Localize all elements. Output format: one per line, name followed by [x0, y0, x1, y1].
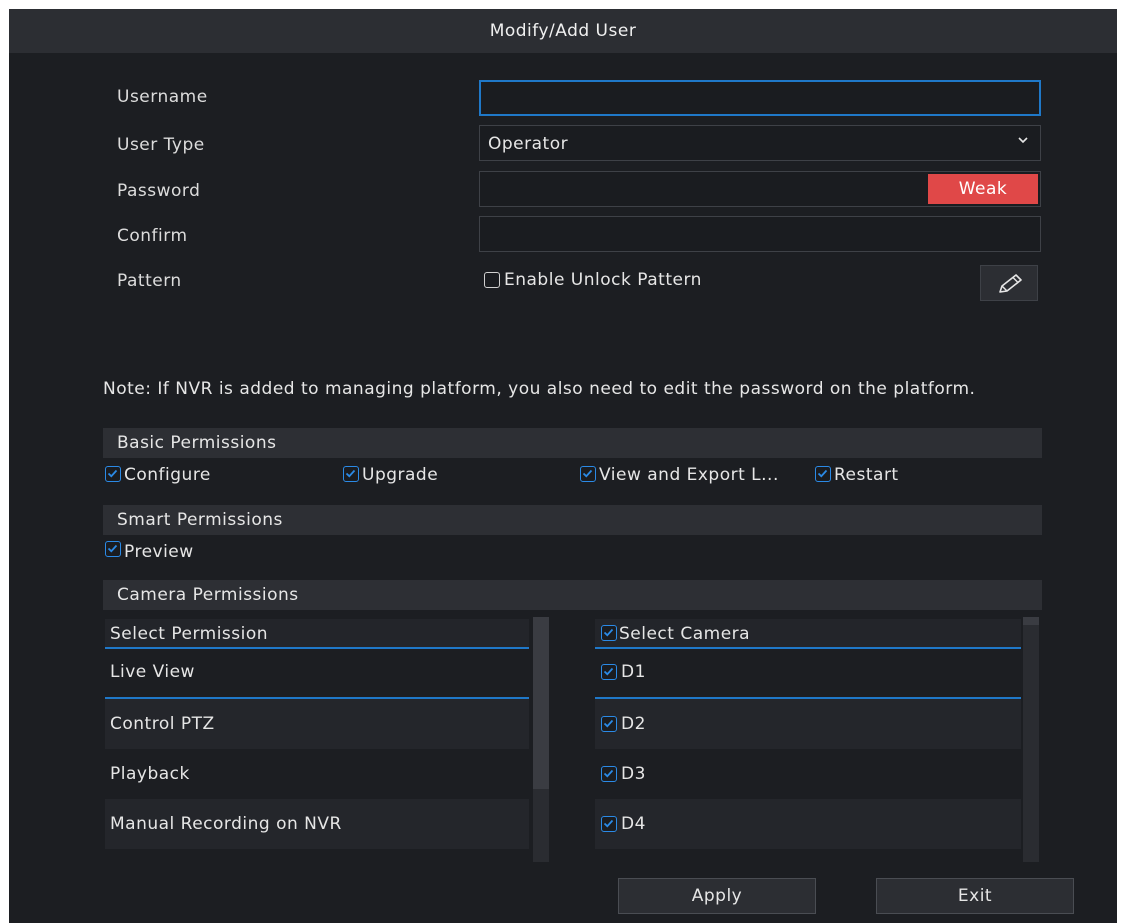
camera-checkbox[interactable] — [601, 766, 617, 782]
camera-permissions-title: Camera Permissions — [117, 585, 299, 605]
checkmark-icon — [603, 667, 614, 676]
password-label: Password — [117, 181, 201, 201]
camera-scroll-thumb[interactable] — [1023, 617, 1039, 625]
camera-list-scrollbar[interactable] — [1023, 617, 1039, 862]
configure-checkbox[interactable] — [105, 466, 121, 482]
select-camera-label: Select Camera — [619, 624, 751, 644]
modify-add-user-dialog: Modify/Add User Username User Type Passw… — [9, 9, 1117, 923]
confirm-password-input[interactable] — [479, 216, 1041, 252]
pattern-label: Pattern — [117, 271, 182, 291]
select-permission-label: Select Permission — [110, 624, 269, 644]
checkmark-icon — [582, 469, 593, 478]
camera-checkbox[interactable] — [601, 664, 617, 680]
select-all-cameras-checkbox[interactable] — [601, 625, 617, 641]
apply-button[interactable]: Apply — [618, 878, 816, 914]
restart-label: Restart — [834, 465, 899, 485]
password-input[interactable]: Weak — [479, 171, 1041, 207]
permission-item-label: Control PTZ — [110, 714, 215, 734]
basic-permissions-title: Basic Permissions — [117, 433, 277, 453]
checkmark-icon — [107, 544, 118, 553]
smart-permissions-title: Smart Permissions — [117, 510, 283, 530]
configure-label: Configure — [124, 465, 211, 485]
checkmark-icon — [603, 719, 614, 728]
camera-permissions-header: Camera Permissions — [103, 580, 1042, 610]
permission-item-manual-recording[interactable]: Manual Recording on NVR — [105, 799, 529, 849]
checkmark-icon — [107, 469, 118, 478]
permission-item-label: Manual Recording on NVR — [110, 814, 342, 834]
checkmark-icon — [817, 469, 828, 478]
dialog-title: Modify/Add User — [9, 9, 1117, 53]
upgrade-checkbox[interactable] — [343, 466, 359, 482]
chevron-down-icon — [1016, 132, 1030, 146]
restart-checkbox[interactable] — [815, 466, 831, 482]
camera-item-label: D2 — [621, 714, 646, 734]
view-export-logs-checkbox[interactable] — [580, 466, 596, 482]
camera-item-label: D4 — [621, 814, 646, 834]
camera-item-d3[interactable]: D3 — [595, 749, 1021, 799]
camera-item-d2[interactable]: D2 — [595, 699, 1021, 749]
password-sync-note: Note: If NVR is added to managing platfo… — [103, 379, 976, 399]
user-type-select[interactable]: Operator — [479, 125, 1041, 161]
user-type-value: Operator — [488, 134, 569, 154]
camera-item-label: D3 — [621, 764, 646, 784]
edit-pattern-button[interactable] — [980, 265, 1038, 301]
checkmark-icon — [603, 628, 614, 637]
pencil-icon — [996, 272, 1024, 300]
preview-checkbox[interactable] — [105, 541, 121, 557]
permission-scroll-thumb[interactable] — [533, 617, 549, 789]
enable-pattern-checkbox[interactable] — [484, 272, 500, 288]
permission-item-playback[interactable]: Playback — [105, 749, 529, 799]
confirm-label: Confirm — [117, 226, 188, 246]
user-type-label: User Type — [117, 135, 205, 155]
checkmark-icon — [603, 819, 614, 828]
camera-checkbox[interactable] — [601, 816, 617, 832]
view-export-logs-label: View and Export L... — [599, 465, 779, 485]
checkmark-icon — [345, 469, 356, 478]
select-camera-header: Select Camera — [595, 619, 1021, 649]
smart-permissions-header: Smart Permissions — [103, 505, 1042, 535]
camera-item-label: D1 — [621, 662, 646, 682]
permission-item-control-ptz[interactable]: Control PTZ — [105, 699, 529, 749]
upgrade-label: Upgrade — [362, 465, 439, 485]
username-input[interactable] — [479, 80, 1041, 116]
permission-item-label: Live View — [110, 662, 195, 682]
permission-list-scrollbar[interactable] — [533, 617, 549, 862]
password-strength-badge: Weak — [928, 174, 1038, 204]
exit-button[interactable]: Exit — [876, 878, 1074, 914]
camera-checkbox[interactable] — [601, 716, 617, 732]
enable-pattern-label: Enable Unlock Pattern — [504, 270, 702, 290]
preview-label: Preview — [124, 542, 194, 562]
camera-item-d1[interactable]: D1 — [595, 649, 1021, 699]
checkmark-icon — [603, 769, 614, 778]
permission-item-label: Playback — [110, 764, 190, 784]
username-label: Username — [117, 87, 208, 107]
permission-item-live-view[interactable]: Live View — [105, 649, 529, 699]
basic-permissions-header: Basic Permissions — [103, 428, 1042, 458]
camera-item-d4[interactable]: D4 — [595, 799, 1021, 849]
select-permission-header: Select Permission — [105, 619, 529, 649]
